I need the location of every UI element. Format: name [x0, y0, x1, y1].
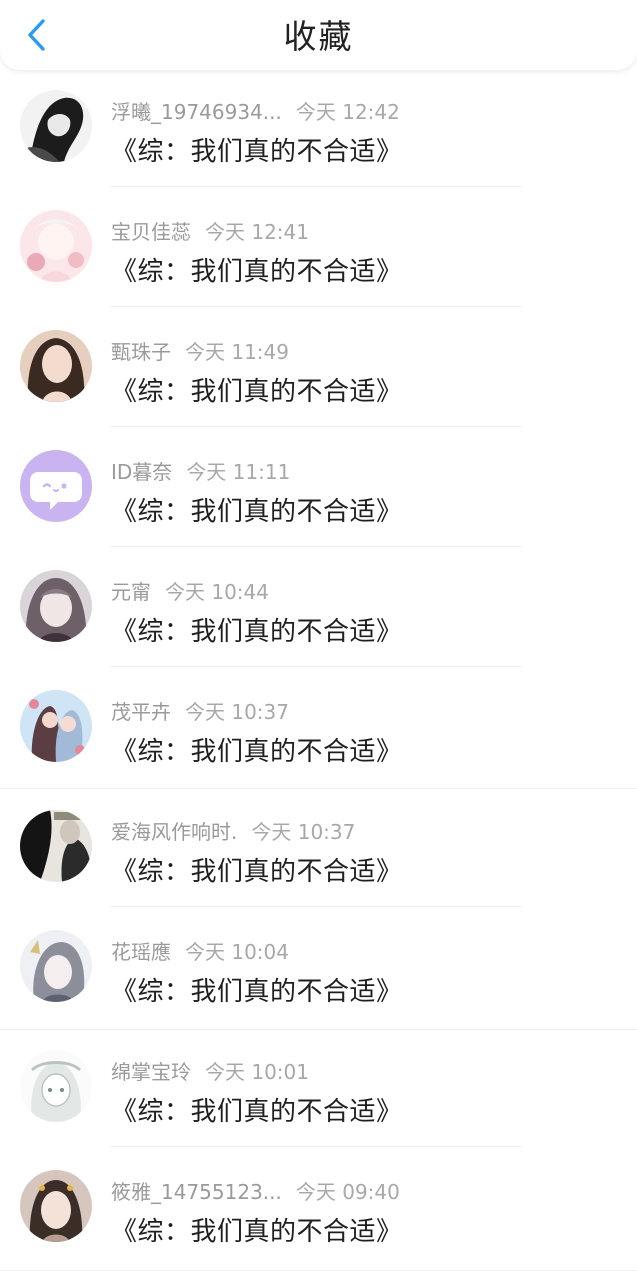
timestamp: 今天 12:41	[205, 220, 309, 244]
timestamp: 今天 09:40	[295, 1180, 400, 1204]
divider	[111, 546, 521, 547]
list-item[interactable]: 花瑶應 今天 10:04 《综：我们真的不合适》	[0, 918, 637, 1038]
avatar[interactable]	[20, 810, 92, 882]
list-item[interactable]: 绵掌宝玲 今天 10:01 《综：我们真的不合适》	[0, 1038, 637, 1158]
user-name[interactable]: 元甯	[111, 580, 151, 604]
list-item[interactable]: 宝贝佳蕊 今天 12:41 《综：我们真的不合适》	[0, 198, 637, 318]
timestamp: 今天 12:42	[295, 100, 400, 124]
item-meta: 绵掌宝玲 今天 10:01	[111, 1056, 309, 1084]
item-meta: 宝贝佳蕊 今天 12:41	[111, 216, 309, 244]
section-rule	[0, 788, 637, 789]
item-meta: 花瑶應 今天 10:04	[111, 936, 289, 964]
avatar-image	[20, 810, 92, 882]
avatar[interactable]	[20, 210, 92, 282]
user-name[interactable]: 绵掌宝玲	[111, 1060, 191, 1084]
avatar-image	[20, 930, 92, 1002]
user-name[interactable]: ID暮奈	[111, 460, 172, 484]
divider	[111, 186, 521, 187]
avatar[interactable]	[20, 450, 92, 522]
page-title: 收藏	[283, 17, 354, 56]
timestamp: 今天 10:37	[251, 820, 356, 844]
book-title[interactable]: 《综：我们真的不合适》	[111, 1211, 403, 1248]
item-meta: ID暮奈 今天 11:11	[111, 456, 290, 484]
section-rule	[0, 1029, 637, 1030]
list-item[interactable]: 爱海风作响时. 今天 10:37 《综：我们真的不合适》	[0, 798, 637, 918]
divider	[111, 906, 521, 907]
avatar[interactable]	[20, 330, 92, 402]
book-title[interactable]: 《综：我们真的不合适》	[111, 1091, 403, 1128]
avatar-image	[20, 690, 92, 762]
user-name[interactable]: 花瑶應	[111, 940, 171, 964]
list-item[interactable]: 元甯 今天 10:44 《综：我们真的不合适》	[0, 558, 637, 678]
item-meta: 元甯 今天 10:44	[111, 576, 269, 604]
item-meta: 茂平卉 今天 10:37	[111, 696, 289, 724]
timestamp: 今天 10:01	[205, 1060, 309, 1084]
avatar-image	[20, 1170, 92, 1242]
book-title[interactable]: 《综：我们真的不合适》	[111, 851, 403, 888]
favorites-page: 收藏 浮曦_19746934... 今天 12:42 《综：我们真的不合适》 宝…	[0, 0, 637, 1280]
timestamp: 今天 11:49	[185, 340, 289, 364]
book-title[interactable]: 《综：我们真的不合适》	[111, 731, 403, 768]
divider	[111, 426, 521, 427]
item-meta: 筱雅_14755123... 今天 09:40	[111, 1176, 400, 1204]
user-name[interactable]: 茂平卉	[111, 700, 171, 724]
avatar-image	[20, 90, 92, 162]
book-title[interactable]: 《综：我们真的不合适》	[111, 971, 403, 1008]
timestamp: 今天 10:44	[165, 580, 269, 604]
item-meta: 浮曦_19746934... 今天 12:42	[111, 96, 400, 124]
item-meta: 甄珠子 今天 11:49	[111, 336, 289, 364]
user-name[interactable]: 筱雅_14755123...	[111, 1180, 282, 1204]
list-item[interactable]: 浮曦_19746934... 今天 12:42 《综：我们真的不合适》	[0, 78, 637, 198]
user-name[interactable]: 爱海风作响时.	[111, 820, 237, 844]
user-name[interactable]: 宝贝佳蕊	[111, 220, 191, 244]
avatar[interactable]	[20, 930, 92, 1002]
book-title[interactable]: 《综：我们真的不合适》	[111, 611, 403, 648]
book-title[interactable]: 《综：我们真的不合适》	[111, 131, 403, 168]
timestamp: 今天 10:37	[185, 700, 289, 724]
divider	[111, 306, 521, 307]
avatar[interactable]	[20, 690, 92, 762]
avatar[interactable]	[20, 1170, 92, 1242]
avatar[interactable]	[20, 90, 92, 162]
avatar-image	[20, 450, 92, 522]
book-title[interactable]: 《综：我们真的不合适》	[111, 371, 403, 408]
list-item[interactable]: 筱雅_14755123... 今天 09:40 《综：我们真的不合适》	[0, 1158, 637, 1278]
user-name[interactable]: 甄珠子	[111, 340, 171, 364]
list-item[interactable]: 茂平卉 今天 10:37 《综：我们真的不合适》	[0, 678, 637, 798]
header-bar: 收藏	[0, 0, 637, 70]
avatar-image	[20, 210, 92, 282]
list-item[interactable]: ID暮奈 今天 11:11 《综：我们真的不合适》	[0, 438, 637, 558]
book-title[interactable]: 《综：我们真的不合适》	[111, 251, 403, 288]
user-name[interactable]: 浮曦_19746934...	[111, 100, 282, 124]
book-title[interactable]: 《综：我们真的不合适》	[111, 491, 403, 528]
timestamp: 今天 10:04	[185, 940, 289, 964]
favorites-list: 浮曦_19746934... 今天 12:42 《综：我们真的不合适》 宝贝佳蕊今…	[0, 78, 637, 1278]
avatar-image	[20, 1050, 92, 1122]
list-item[interactable]: 甄珠子 今天 11:49 《综：我们真的不合适》	[0, 318, 637, 438]
section-rule	[0, 1270, 637, 1271]
timestamp: 今天 11:11	[186, 460, 291, 484]
avatar[interactable]	[20, 570, 92, 642]
item-meta: 爱海风作响时. 今天 10:37	[111, 816, 355, 844]
avatar-image	[20, 330, 92, 402]
avatar[interactable]	[20, 1050, 92, 1122]
divider	[111, 1146, 521, 1147]
avatar-image	[20, 570, 92, 642]
divider	[111, 666, 521, 667]
